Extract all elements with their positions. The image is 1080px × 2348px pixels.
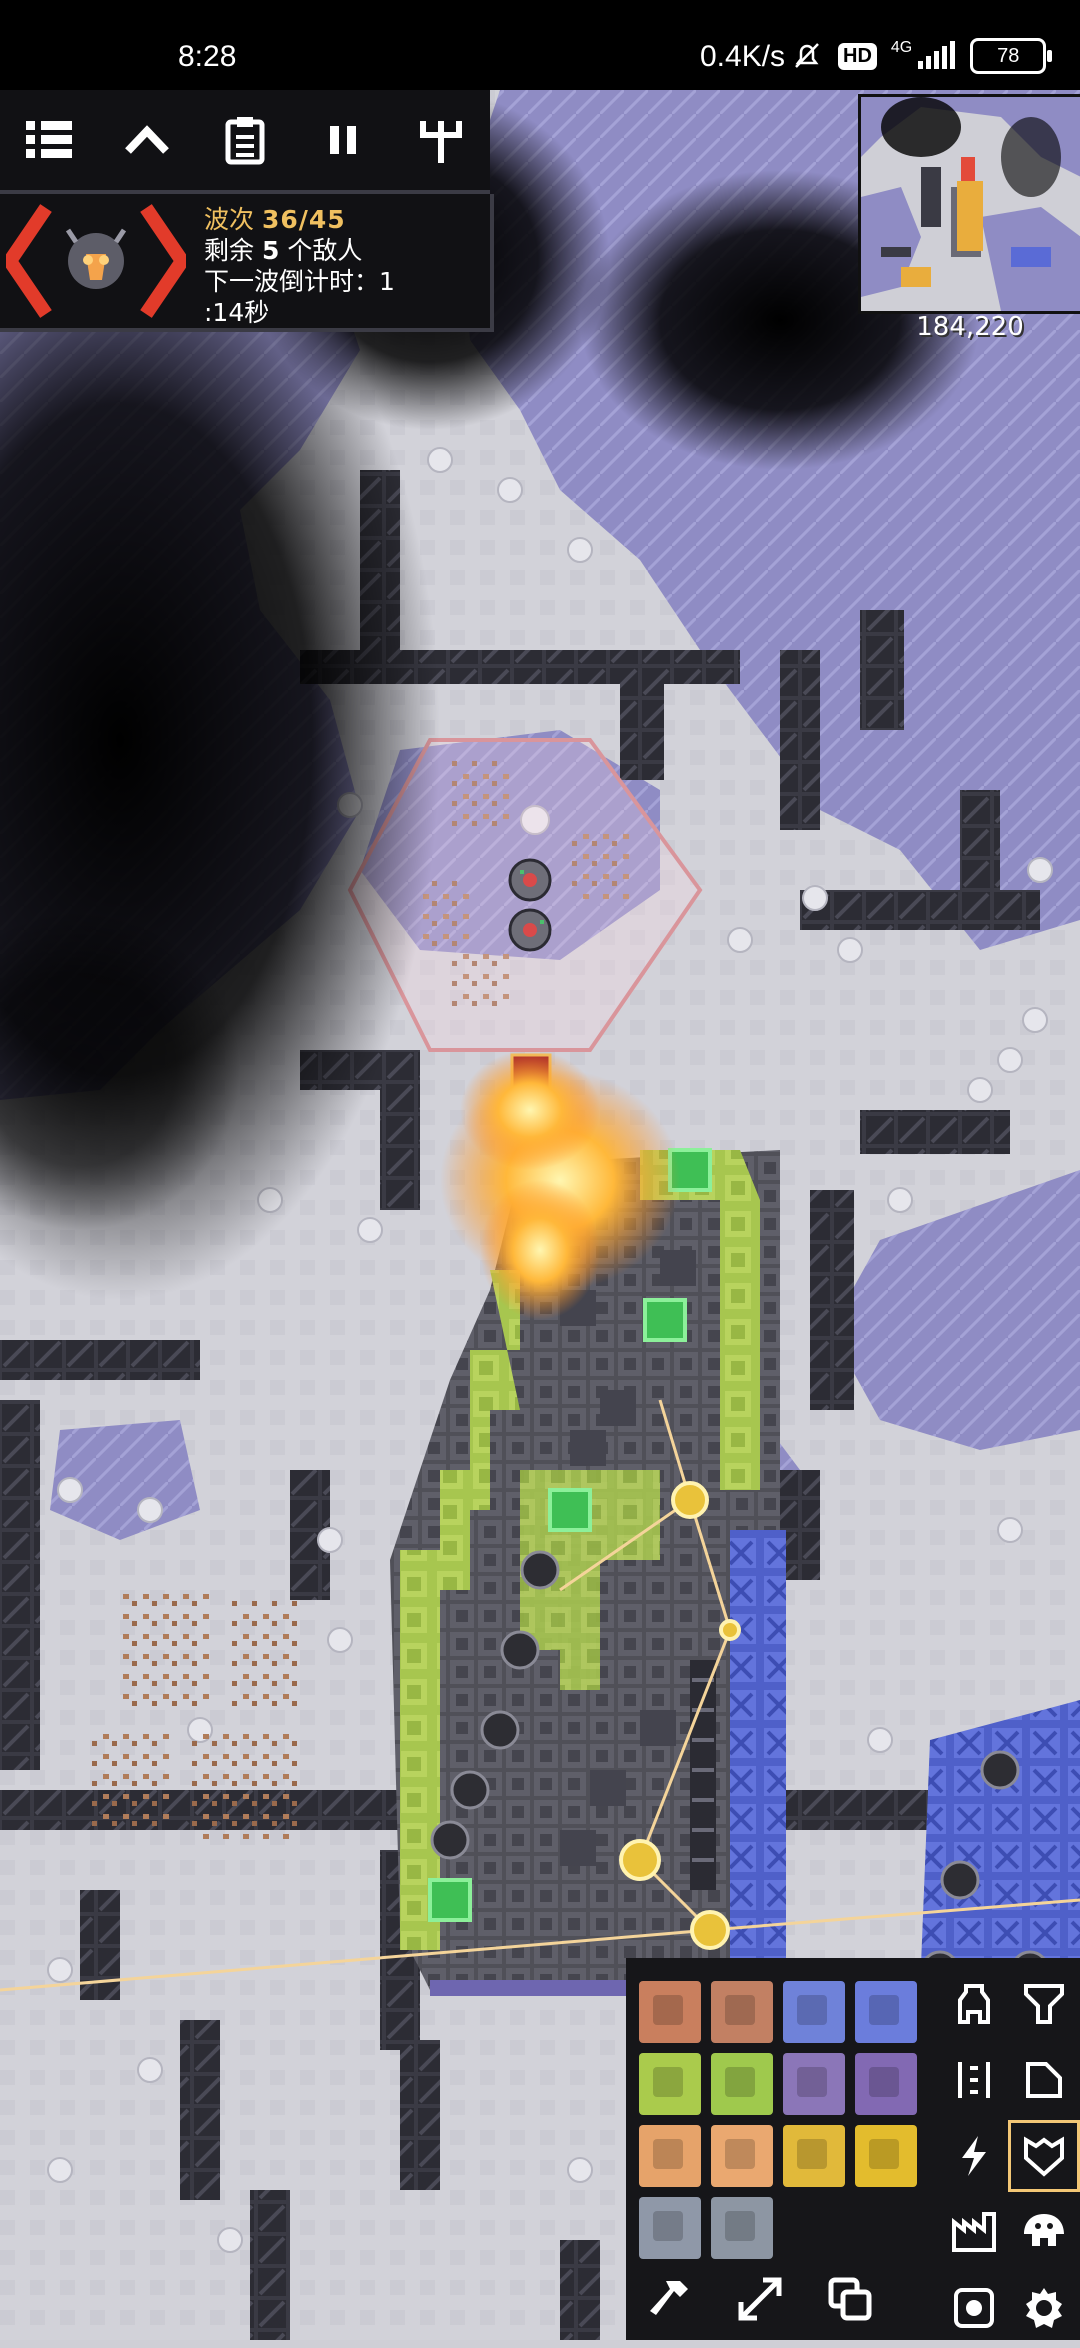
- block-plastanium-wall[interactable]: [639, 2053, 701, 2115]
- distribution-icon[interactable]: [938, 2044, 1010, 2116]
- units-icon[interactable]: [1008, 2196, 1080, 2268]
- liquid-icon[interactable]: [1008, 2044, 1080, 2116]
- signal-icon: [918, 41, 956, 69]
- crafting-icon[interactable]: [938, 2196, 1010, 2268]
- wave-info-panel[interactable]: 波次 36/45 剩余 5 个敌人 下一波倒计时：1 :14秒: [0, 194, 494, 332]
- top-toolbar: [0, 90, 490, 194]
- chevron-up-icon[interactable]: [112, 105, 182, 175]
- block-grid: [636, 1978, 926, 2262]
- status-icons: HD 4G 78: [790, 38, 1053, 74]
- build-menu: [626, 1958, 1080, 2340]
- enemy-core-icon: [1, 202, 191, 320]
- clock: 8:28: [178, 40, 237, 73]
- block-thorium-wall-large[interactable]: [855, 2053, 917, 2115]
- pause-icon[interactable]: [308, 105, 378, 175]
- tech-tree-icon[interactable]: [406, 105, 476, 175]
- wave-label: 波次: [204, 205, 255, 234]
- map-coordinates: 184,220: [916, 312, 1024, 342]
- block-phase-wall-large[interactable]: [711, 2125, 773, 2187]
- network-type: 4G: [890, 39, 913, 56]
- block-door-large[interactable]: [711, 2197, 773, 2259]
- build-tools: [640, 2264, 930, 2334]
- block-surge-wall-large[interactable]: [855, 2125, 917, 2187]
- hammer-icon[interactable]: [640, 2269, 700, 2329]
- defense-icon[interactable]: [1008, 2120, 1080, 2192]
- block-phase-wall[interactable]: [639, 2125, 701, 2187]
- turret-icon[interactable]: [938, 1968, 1010, 2040]
- network-speed: 0.4K/s: [700, 40, 786, 73]
- menu-list-icon[interactable]: [14, 105, 84, 175]
- block-surge-wall[interactable]: [783, 2125, 845, 2187]
- battery-icon: 78: [970, 38, 1053, 74]
- power-icon[interactable]: [938, 2120, 1010, 2192]
- block-plastanium-wall-large[interactable]: [711, 2053, 773, 2115]
- minimap[interactable]: [858, 94, 1080, 314]
- mute-bell-icon: [795, 43, 819, 68]
- block-titanium-wall-large[interactable]: [855, 1981, 917, 2043]
- hd-badge: HD: [838, 42, 877, 70]
- logic-icon[interactable]: [1008, 2272, 1080, 2344]
- expand-icon[interactable]: [730, 2269, 790, 2329]
- block-copper-wall[interactable]: [639, 1981, 701, 2043]
- block-categories: [938, 1968, 1080, 2348]
- clipboard-icon[interactable]: [210, 105, 280, 175]
- status-bar: 8:28 0.4K/s HD 4G 78: [0, 0, 1080, 90]
- block-door[interactable]: [639, 2197, 701, 2259]
- enemies-prefix: 剩余: [204, 236, 255, 265]
- enemies-suffix: 个敌人: [287, 236, 363, 265]
- block-copper-wall-large[interactable]: [711, 1981, 773, 2043]
- copy-icon[interactable]: [820, 2269, 880, 2329]
- block-titanium-wall[interactable]: [783, 1981, 845, 2043]
- enemies-count: 5: [261, 236, 280, 265]
- countdown-line-2: :14秒: [204, 298, 270, 327]
- block-thorium-wall[interactable]: [783, 2053, 845, 2115]
- effect-icon[interactable]: [938, 2272, 1010, 2344]
- production-icon[interactable]: [1008, 1968, 1080, 2040]
- countdown-line-1: 下一波倒计时：1: [204, 267, 395, 296]
- wave-count: 36/45: [261, 205, 346, 234]
- battery-level: 78: [997, 44, 1020, 67]
